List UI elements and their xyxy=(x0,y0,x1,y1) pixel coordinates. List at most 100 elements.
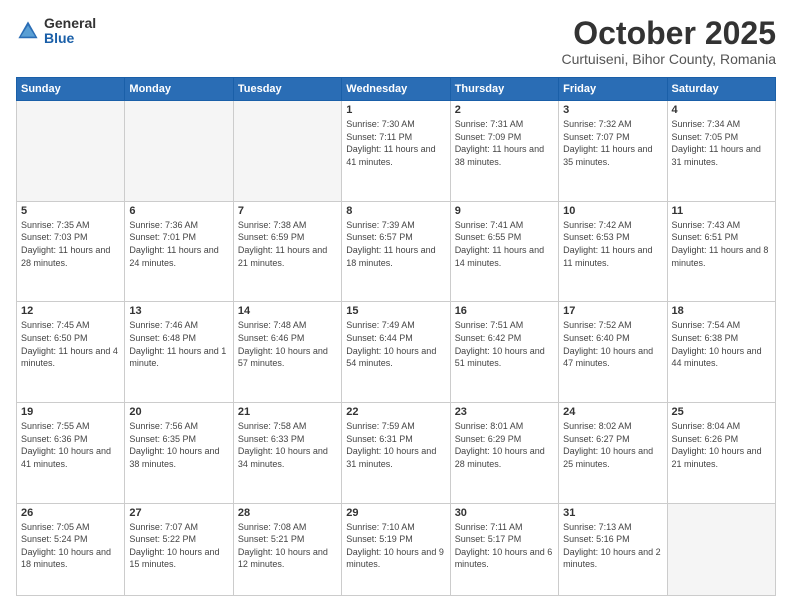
week-row-5: 26 Sunrise: 7:05 AM Sunset: 5:24 PM Dayli… xyxy=(17,503,776,595)
day-number: 23 xyxy=(455,406,554,418)
calendar-cell-w1-d6: 4 Sunrise: 7:34 AM Sunset: 7:05 PM Daylig… xyxy=(667,101,775,202)
day-info: Sunrise: 8:04 AM Sunset: 6:26 PM Dayligh… xyxy=(672,420,771,470)
day-number: 15 xyxy=(346,305,445,317)
calendar-cell-w2-d3: 8 Sunrise: 7:39 AM Sunset: 6:57 PM Daylig… xyxy=(342,201,450,302)
day-number: 24 xyxy=(563,406,662,418)
day-info: Sunrise: 7:13 AM Sunset: 5:16 PM Dayligh… xyxy=(563,521,662,571)
day-info: Sunrise: 7:58 AM Sunset: 6:33 PM Dayligh… xyxy=(238,420,337,470)
day-info: Sunrise: 7:52 AM Sunset: 6:40 PM Dayligh… xyxy=(563,319,662,369)
day-info: Sunrise: 7:10 AM Sunset: 5:19 PM Dayligh… xyxy=(346,521,445,571)
calendar-cell-w2-d6: 11 Sunrise: 7:43 AM Sunset: 6:51 PM Dayli… xyxy=(667,201,775,302)
calendar-table: Sunday Monday Tuesday Wednesday Thursday… xyxy=(16,77,776,596)
logo-text: General Blue xyxy=(44,16,96,47)
day-info: Sunrise: 7:55 AM Sunset: 6:36 PM Dayligh… xyxy=(21,420,120,470)
week-row-3: 12 Sunrise: 7:45 AM Sunset: 6:50 PM Dayli… xyxy=(17,302,776,403)
day-info: Sunrise: 7:51 AM Sunset: 6:42 PM Dayligh… xyxy=(455,319,554,369)
day-number: 27 xyxy=(129,507,228,519)
day-info: Sunrise: 7:36 AM Sunset: 7:01 PM Dayligh… xyxy=(129,219,228,269)
calendar-cell-w3-d1: 13Sunrise: 7:46 AM Sunset: 6:48 PM Dayli… xyxy=(125,302,233,403)
day-info: Sunrise: 7:56 AM Sunset: 6:35 PM Dayligh… xyxy=(129,420,228,470)
header-thursday: Thursday xyxy=(450,78,558,101)
day-info: Sunrise: 7:05 AM Sunset: 5:24 PM Dayligh… xyxy=(21,521,120,571)
day-number: 30 xyxy=(455,507,554,519)
calendar-cell-w3-d4: 16Sunrise: 7:51 AM Sunset: 6:42 PM Dayli… xyxy=(450,302,558,403)
day-info: Sunrise: 7:30 AM Sunset: 7:11 PM Dayligh… xyxy=(346,118,445,168)
day-info: Sunrise: 7:31 AM Sunset: 7:09 PM Dayligh… xyxy=(455,118,554,168)
day-number: 31 xyxy=(563,507,662,519)
calendar-cell-w2-d1: 6 Sunrise: 7:36 AM Sunset: 7:01 PM Daylig… xyxy=(125,201,233,302)
calendar-cell-w4-d4: 23 Sunrise: 8:01 AM Sunset: 6:29 PM Dayli… xyxy=(450,403,558,504)
day-info: Sunrise: 7:42 AM Sunset: 6:53 PM Dayligh… xyxy=(563,219,662,269)
day-number: 9 xyxy=(455,205,554,217)
day-info: Sunrise: 7:39 AM Sunset: 6:57 PM Dayligh… xyxy=(346,219,445,269)
day-number: 22 xyxy=(346,406,445,418)
day-info: Sunrise: 7:11 AM Sunset: 5:17 PM Dayligh… xyxy=(455,521,554,571)
day-info: Sunrise: 7:35 AM Sunset: 7:03 PM Dayligh… xyxy=(21,219,120,269)
week-row-4: 19 Sunrise: 7:55 AM Sunset: 6:36 PM Dayli… xyxy=(17,403,776,504)
logo-blue-label: Blue xyxy=(44,31,96,46)
header-monday: Monday xyxy=(125,78,233,101)
day-number: 4 xyxy=(672,104,771,116)
day-number: 25 xyxy=(672,406,771,418)
calendar-cell-w4-d3: 22Sunrise: 7:59 AM Sunset: 6:31 PM Dayli… xyxy=(342,403,450,504)
day-info: Sunrise: 7:34 AM Sunset: 7:05 PM Dayligh… xyxy=(672,118,771,168)
calendar-cell-w3-d2: 14 Sunrise: 7:48 AM Sunset: 6:46 PM Dayli… xyxy=(233,302,341,403)
calendar-cell-w1-d3: 1 Sunrise: 7:30 AM Sunset: 7:11 PM Daylig… xyxy=(342,101,450,202)
calendar-cell-w5-d5: 31 Sunrise: 7:13 AM Sunset: 5:16 PM Dayli… xyxy=(559,503,667,595)
header-tuesday: Tuesday xyxy=(233,78,341,101)
calendar-cell-w2-d4: 9 Sunrise: 7:41 AM Sunset: 6:55 PM Daylig… xyxy=(450,201,558,302)
calendar-cell-w1-d2 xyxy=(233,101,341,202)
day-number: 3 xyxy=(563,104,662,116)
day-number: 12 xyxy=(21,305,120,317)
day-info: Sunrise: 7:08 AM Sunset: 5:21 PM Dayligh… xyxy=(238,521,337,571)
day-number: 6 xyxy=(129,205,228,217)
header: General Blue October 2025 Curtuiseni, Bi… xyxy=(16,16,776,67)
header-friday: Friday xyxy=(559,78,667,101)
calendar-cell-w4-d1: 20 Sunrise: 7:56 AM Sunset: 6:35 PM Dayli… xyxy=(125,403,233,504)
calendar-cell-w3-d5: 17 Sunrise: 7:52 AM Sunset: 6:40 PM Dayli… xyxy=(559,302,667,403)
day-number: 7 xyxy=(238,205,337,217)
week-row-2: 5 Sunrise: 7:35 AM Sunset: 7:03 PM Daylig… xyxy=(17,201,776,302)
calendar-cell-w5-d6 xyxy=(667,503,775,595)
logo-icon xyxy=(16,19,40,43)
calendar-cell-w5-d4: 30 Sunrise: 7:11 AM Sunset: 5:17 PM Dayli… xyxy=(450,503,558,595)
day-info: Sunrise: 7:38 AM Sunset: 6:59 PM Dayligh… xyxy=(238,219,337,269)
day-number: 11 xyxy=(672,205,771,217)
calendar-cell-w2-d5: 10Sunrise: 7:42 AM Sunset: 6:53 PM Dayli… xyxy=(559,201,667,302)
calendar-cell-w5-d1: 27 Sunrise: 7:07 AM Sunset: 5:22 PM Dayli… xyxy=(125,503,233,595)
day-info: Sunrise: 7:46 AM Sunset: 6:48 PM Dayligh… xyxy=(129,319,228,369)
day-info: Sunrise: 7:54 AM Sunset: 6:38 PM Dayligh… xyxy=(672,319,771,369)
calendar-cell-w1-d4: 2 Sunrise: 7:31 AM Sunset: 7:09 PM Daylig… xyxy=(450,101,558,202)
day-info: Sunrise: 7:45 AM Sunset: 6:50 PM Dayligh… xyxy=(21,319,120,369)
weekday-header-row: Sunday Monday Tuesday Wednesday Thursday… xyxy=(17,78,776,101)
calendar-cell-w4-d2: 21Sunrise: 7:58 AM Sunset: 6:33 PM Dayli… xyxy=(233,403,341,504)
day-number: 28 xyxy=(238,507,337,519)
calendar-cell-w1-d0 xyxy=(17,101,125,202)
day-number: 14 xyxy=(238,305,337,317)
calendar-cell-w4-d5: 24Sunrise: 8:02 AM Sunset: 6:27 PM Dayli… xyxy=(559,403,667,504)
calendar-cell-w3-d0: 12 Sunrise: 7:45 AM Sunset: 6:50 PM Dayli… xyxy=(17,302,125,403)
day-number: 1 xyxy=(346,104,445,116)
day-number: 19 xyxy=(21,406,120,418)
day-info: Sunrise: 7:41 AM Sunset: 6:55 PM Dayligh… xyxy=(455,219,554,269)
day-info: Sunrise: 8:01 AM Sunset: 6:29 PM Dayligh… xyxy=(455,420,554,470)
day-number: 26 xyxy=(21,507,120,519)
location-subtitle: Curtuiseni, Bihor County, Romania xyxy=(561,51,776,67)
page: General Blue October 2025 Curtuiseni, Bi… xyxy=(0,0,792,612)
day-info: Sunrise: 7:43 AM Sunset: 6:51 PM Dayligh… xyxy=(672,219,771,269)
day-number: 5 xyxy=(21,205,120,217)
calendar-cell-w1-d5: 3Sunrise: 7:32 AM Sunset: 7:07 PM Daylig… xyxy=(559,101,667,202)
day-number: 17 xyxy=(563,305,662,317)
day-number: 20 xyxy=(129,406,228,418)
calendar-cell-w2-d0: 5 Sunrise: 7:35 AM Sunset: 7:03 PM Daylig… xyxy=(17,201,125,302)
day-number: 8 xyxy=(346,205,445,217)
day-number: 2 xyxy=(455,104,554,116)
day-info: Sunrise: 7:07 AM Sunset: 5:22 PM Dayligh… xyxy=(129,521,228,571)
logo-general-label: General xyxy=(44,16,96,31)
header-sunday: Sunday xyxy=(17,78,125,101)
day-number: 29 xyxy=(346,507,445,519)
calendar-cell-w2-d2: 7 Sunrise: 7:38 AM Sunset: 6:59 PM Daylig… xyxy=(233,201,341,302)
title-area: October 2025 Curtuiseni, Bihor County, R… xyxy=(561,16,776,67)
header-wednesday: Wednesday xyxy=(342,78,450,101)
day-info: Sunrise: 7:48 AM Sunset: 6:46 PM Dayligh… xyxy=(238,319,337,369)
